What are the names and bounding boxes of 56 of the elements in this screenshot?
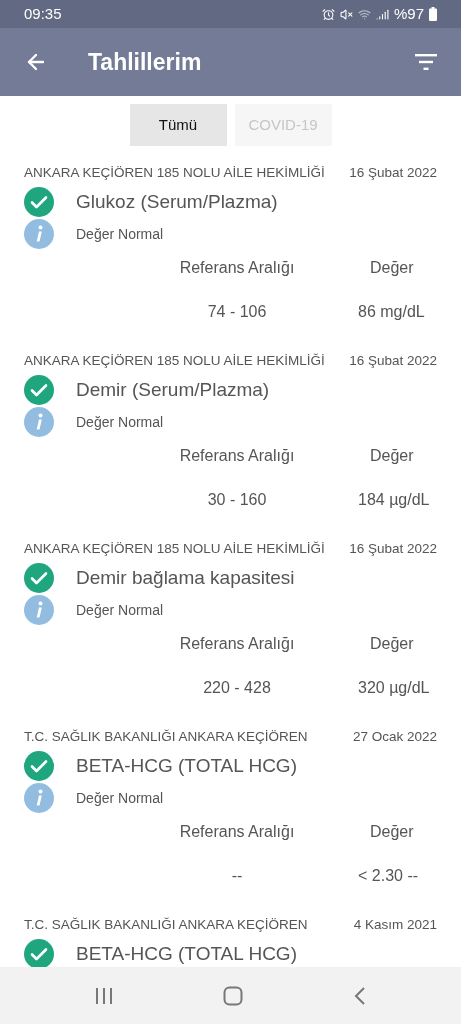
test-name[interactable]: BETA-HCG (TOTAL HCG) [76, 939, 297, 967]
lab-name: ANKARA KEÇİÖREN 185 NOLU AİLE HEKİMLİĞİ [24, 351, 325, 370]
reference-range: 220 - 428 [202, 678, 272, 698]
info-icon [24, 407, 54, 437]
back-icon[interactable] [353, 985, 366, 1006]
reference-range-label: Referans Aralığı [178, 822, 296, 842]
screen-title: Tahlillerim [88, 47, 203, 77]
result-value: 184 µg/dL [357, 490, 430, 510]
clock: 09:35 [24, 3, 62, 24]
home-icon[interactable] [223, 985, 244, 1006]
result-date: 16 Şubat 2022 [349, 351, 437, 370]
check-circle-icon [24, 751, 54, 781]
signal-icon [375, 7, 389, 21]
result-note: Değer Normal [76, 224, 164, 244]
filter-icon[interactable] [415, 54, 437, 70]
result-date: 16 Şubat 2022 [349, 539, 437, 558]
info-icon [24, 219, 54, 249]
reference-range: 30 - 160 [206, 490, 268, 510]
result-date: 27 Ocak 2022 [352, 727, 437, 746]
wifi-icon [357, 7, 371, 21]
battery-icon [429, 7, 437, 21]
reference-range: -- [230, 866, 244, 886]
mute-icon [339, 7, 353, 21]
result-note: Değer Normal [76, 788, 164, 808]
lab-name: T.C. SAĞLIK BAKANLIĞI ANKARA KEÇİÖREN [24, 727, 308, 746]
test-name[interactable]: Demir (Serum/Plazma) [76, 375, 270, 405]
result-value: 86 mg/dL [357, 302, 425, 322]
result-value: 320 µg/dL [357, 678, 430, 698]
filter-tab[interactable]: Tümü [129, 104, 227, 146]
check-circle-icon [24, 187, 54, 217]
value-label: Değer [369, 446, 414, 466]
result-date: 4 Kasım 2021 [353, 915, 437, 934]
reference-range: 74 - 106 [206, 302, 268, 322]
result-value: < 2.30 -- [357, 866, 419, 886]
result-note: Değer Normal [76, 600, 164, 620]
lab-name: T.C. SAĞLIK BAKANLIĞI ANKARA KEÇİÖREN [24, 915, 308, 934]
recent-apps-icon[interactable] [95, 986, 114, 1005]
info-icon [24, 783, 54, 813]
alarm-icon [321, 7, 335, 21]
value-label: Değer [369, 258, 414, 278]
info-icon [24, 595, 54, 625]
test-name[interactable]: Demir bağlama kapasitesi [76, 563, 295, 593]
reference-range-label: Referans Aralığı [178, 446, 296, 466]
value-label: Değer [369, 634, 414, 654]
result-date: 16 Şubat 2022 [349, 163, 437, 182]
reference-range-label: Referans Aralığı [178, 634, 296, 654]
battery-level: %97 [393, 3, 424, 24]
check-circle-icon [24, 375, 54, 405]
result-note: Değer Normal [76, 412, 164, 432]
check-circle-icon [24, 563, 54, 593]
test-name[interactable]: Glukoz (Serum/Plazma) [76, 187, 278, 217]
test-name[interactable]: BETA-HCG (TOTAL HCG) [76, 751, 297, 781]
lab-name: ANKARA KEÇİÖREN 185 NOLU AİLE HEKİMLİĞİ [24, 539, 325, 558]
lab-name: ANKARA KEÇİÖREN 185 NOLU AİLE HEKİMLİĞİ [24, 163, 325, 182]
reference-range-label: Referans Aralığı [178, 258, 296, 278]
value-label: Değer [369, 822, 414, 842]
